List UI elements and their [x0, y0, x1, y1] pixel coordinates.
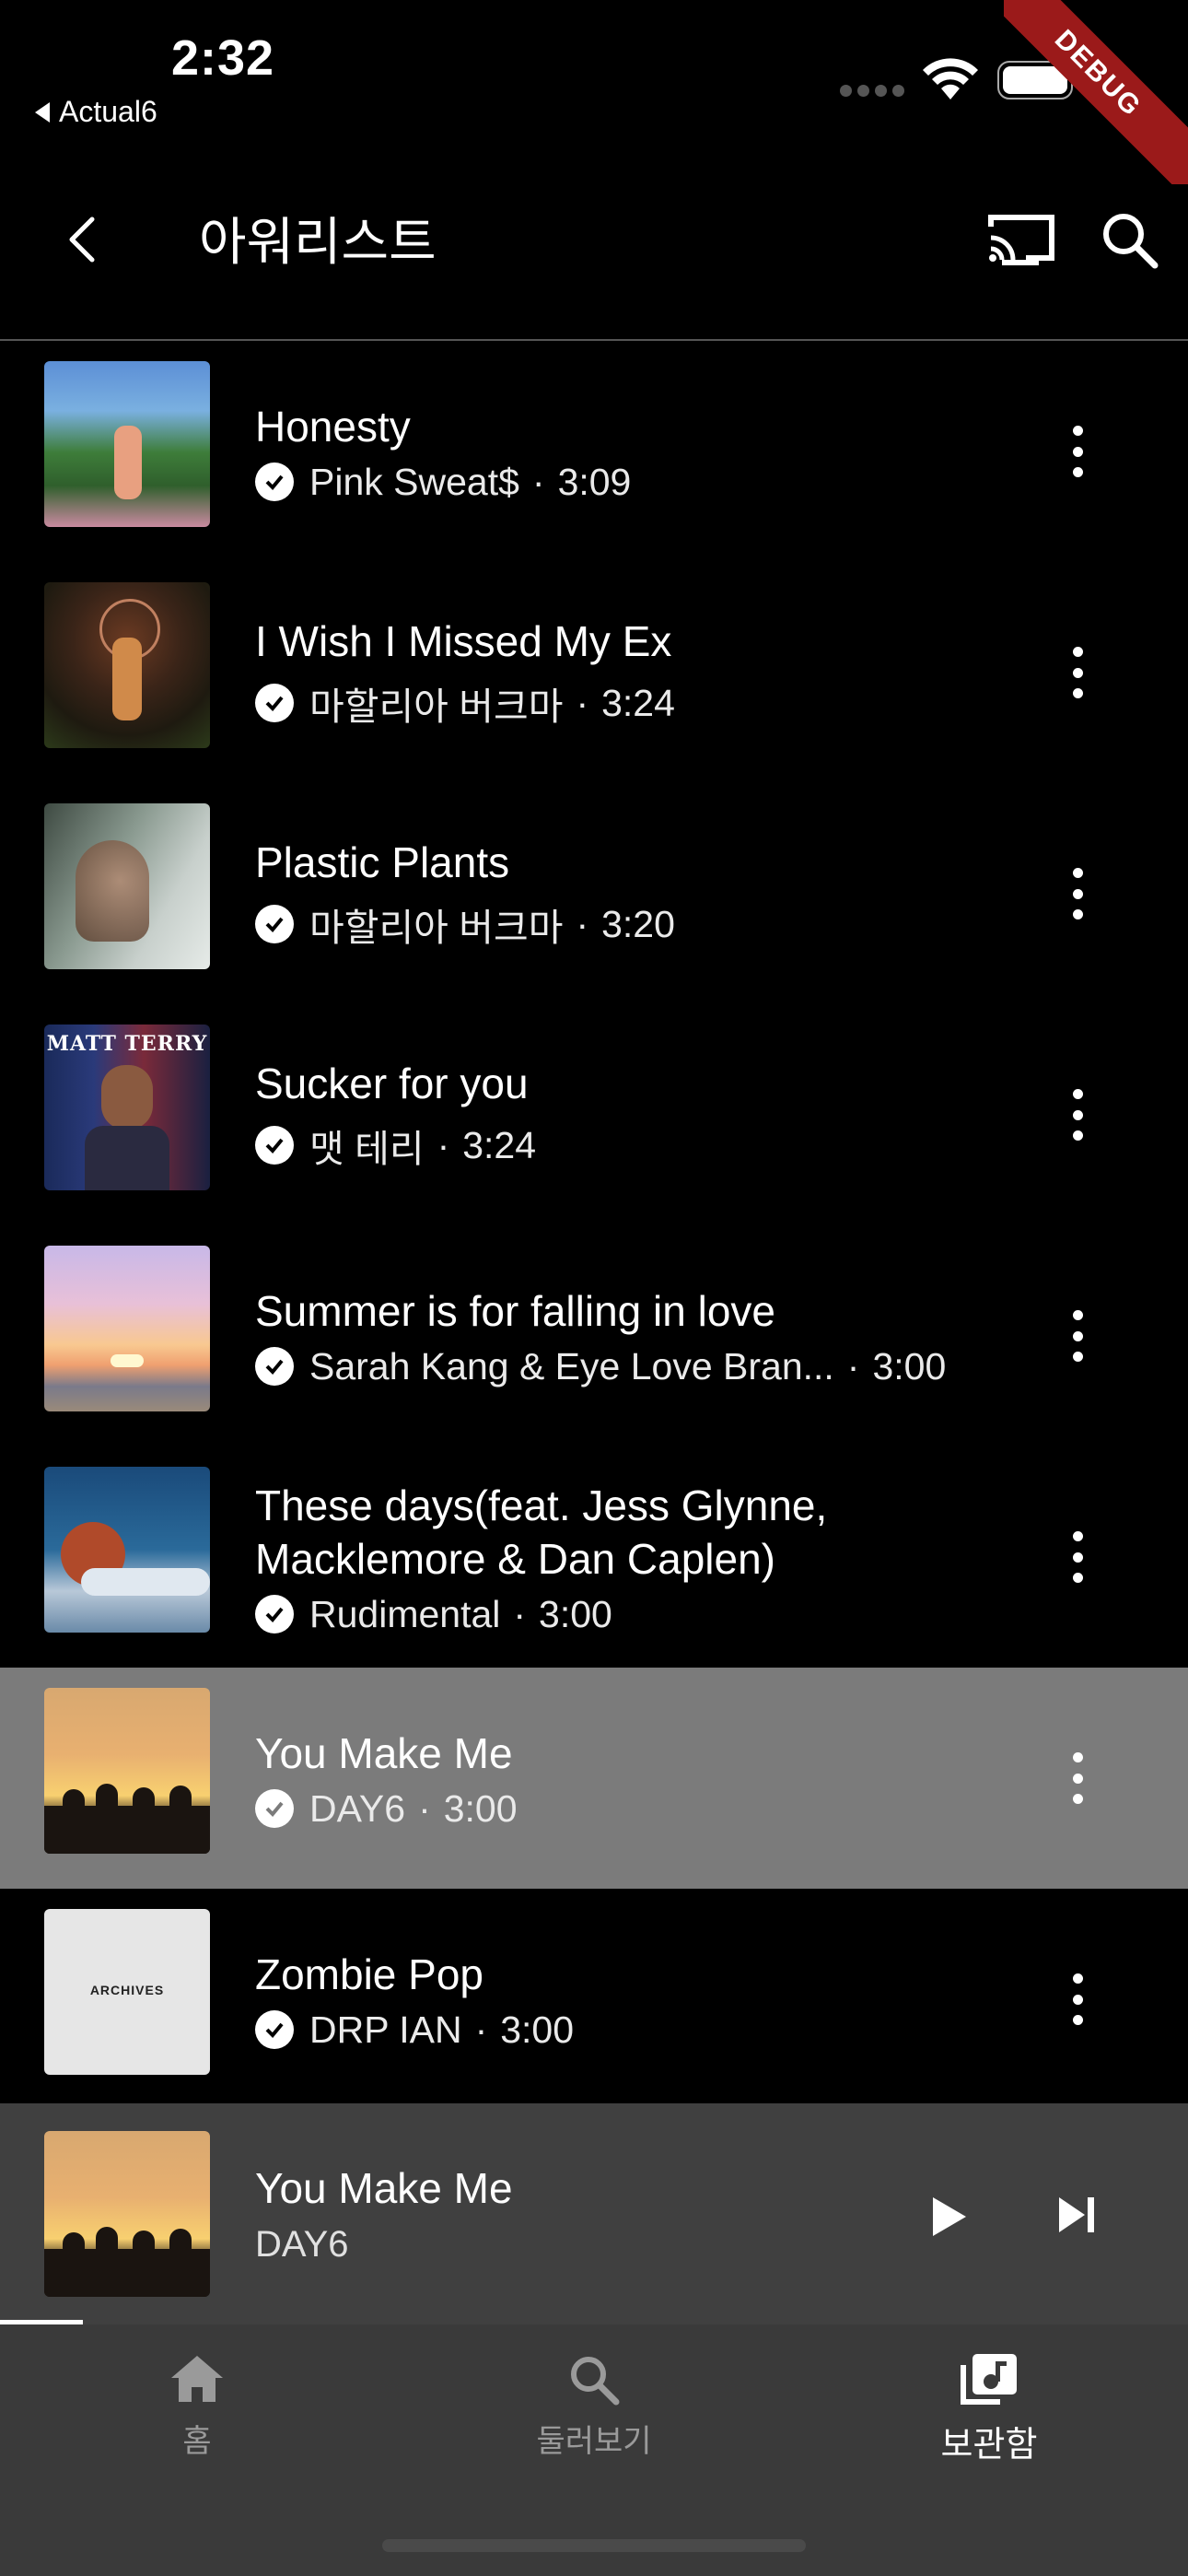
song-meta: Sarah Kang & Eye Love Bran... · 3:00 — [255, 1345, 1010, 1388]
song-row[interactable]: These days(feat. Jess Glynne, Macklemore… — [0, 1446, 1188, 1668]
song-duration: 3:00 — [500, 2008, 575, 2051]
song-title: Plastic Plants — [255, 838, 510, 886]
check-circle-icon — [255, 684, 294, 722]
song-meta: 마할리아 버크마 · 3:20 — [255, 896, 1010, 952]
song-title: These days(feat. Jess Glynne, Macklemore… — [255, 1481, 828, 1583]
album-art: ARCHIVES — [44, 1909, 210, 2075]
app-bar: 아워리스트 — [0, 138, 1188, 341]
song-meta: 맷 테리 · 3:24 — [255, 1118, 1010, 1173]
song-duration: 3:09 — [557, 460, 632, 503]
song-meta: 마할리아 버크마 · 3:24 — [255, 675, 1010, 731]
album-art — [44, 803, 210, 969]
now-playing-artist: DAY6 — [255, 2223, 349, 2265]
more-vert-icon[interactable] — [1059, 1752, 1096, 1804]
song-title: Summer is for falling in love — [255, 1286, 775, 1335]
check-circle-icon — [255, 2010, 294, 2049]
song-artist: DAY6 — [309, 1786, 406, 1830]
song-row[interactable]: I Wish I Missed My Ex 마할리아 버크마 · 3:24 — [0, 562, 1188, 783]
album-art — [44, 361, 210, 527]
album-art-text: MATT TERRY — [46, 1032, 208, 1056]
nav-library-label: 보관함 — [940, 2426, 1038, 2465]
check-circle-icon — [255, 1595, 294, 1633]
song-artist: 맷 테리 — [309, 1128, 425, 1170]
nav-library[interactable]: 보관함 — [869, 2352, 1109, 2466]
song-duration: 3:24 — [601, 681, 675, 724]
more-vert-icon[interactable] — [1059, 1310, 1096, 1362]
nav-explore[interactable]: 둘러보기 — [474, 2352, 714, 2461]
search-icon[interactable] — [1098, 208, 1162, 273]
now-playing-album-art — [44, 2131, 210, 2297]
status-bar: 2:32 Actual6 DEBUG — [0, 0, 1188, 184]
back-to-app-link[interactable]: Actual6 — [35, 95, 157, 129]
album-art — [44, 1688, 210, 1854]
song-artist: Pink Sweat$ — [309, 460, 519, 503]
song-title: You Make Me — [255, 1728, 513, 1777]
home-indicator — [382, 2539, 806, 2552]
back-arrow-icon[interactable] — [55, 210, 114, 269]
album-art — [44, 1246, 210, 1411]
song-title: Zombie Pop — [255, 1950, 484, 1998]
search-icon — [571, 2357, 620, 2406]
song-row[interactable]: MATT TERRY Sucker for you 맷 테리 · 3:24 — [0, 1004, 1188, 1225]
wifi-icon — [923, 58, 978, 100]
song-meta: DAY6 · 3:00 — [255, 1787, 1010, 1831]
song-duration: 3:00 — [443, 1786, 518, 1830]
now-playing-title: You Make Me — [255, 2163, 513, 2212]
status-time: 2:32 — [171, 30, 275, 86]
song-artist: DRP IAN — [309, 2008, 462, 2051]
song-artist: Rudimental — [309, 1592, 501, 1635]
song-duration: 3:00 — [872, 1344, 947, 1388]
song-row[interactable]: Plastic Plants 마할리아 버크마 · 3:20 — [0, 783, 1188, 1004]
cellular-signal-icon — [840, 85, 904, 97]
check-circle-icon — [255, 1347, 294, 1386]
song-title: Sucker for you — [255, 1060, 529, 1107]
song-duration: 3:00 — [539, 1592, 612, 1635]
more-vert-icon[interactable] — [1059, 1973, 1096, 2025]
song-artist: 마할리아 버크마 — [309, 907, 564, 949]
song-artist: Sarah Kang & Eye Love Bran... — [309, 1344, 834, 1388]
song-duration: 3:20 — [601, 902, 675, 945]
cast-icon[interactable] — [985, 210, 1059, 269]
song-row-selected[interactable]: You Make Me DAY6 · 3:00 — [0, 1668, 1188, 1889]
song-meta: Rudimental · 3:00 — [255, 1593, 1010, 1636]
song-duration: 3:24 — [462, 1123, 537, 1166]
song-artist: 마할리아 버크마 — [309, 685, 564, 728]
more-vert-icon[interactable] — [1059, 1089, 1096, 1141]
song-row[interactable]: ARCHIVES Zombie Pop DRP IAN · 3:00 — [0, 1889, 1188, 2110]
library-music-icon — [961, 2354, 1017, 2405]
nav-home-label: 홈 — [182, 2424, 212, 2459]
song-meta: DRP IAN · 3:00 — [255, 2008, 1010, 2052]
back-app-label: Actual6 — [59, 95, 157, 128]
home-icon — [171, 2356, 223, 2402]
more-vert-icon[interactable] — [1059, 1531, 1096, 1583]
album-art — [44, 582, 210, 748]
nav-explore-label: 둘러보기 — [536, 2424, 652, 2459]
page-title: 아워리스트 — [199, 213, 437, 271]
back-triangle-icon — [35, 101, 50, 123]
album-art-text: ARCHIVES — [89, 1983, 165, 1997]
song-title: Honesty — [255, 402, 411, 451]
play-icon[interactable] — [926, 2194, 970, 2240]
mini-player[interactable]: You Make Me DAY6 — [0, 2103, 1188, 2324]
skip-next-icon[interactable] — [1055, 2194, 1098, 2236]
more-vert-icon[interactable] — [1059, 647, 1096, 698]
song-meta: Pink Sweat$ · 3:09 — [255, 461, 1010, 504]
check-circle-icon — [255, 463, 294, 501]
more-vert-icon[interactable] — [1059, 868, 1096, 919]
check-circle-icon — [255, 905, 294, 943]
more-vert-icon[interactable] — [1059, 426, 1096, 477]
nav-home[interactable]: 홈 — [77, 2352, 317, 2461]
song-list: Honesty Pink Sweat$ · 3:09 I Wish I Missed… — [0, 341, 1188, 2110]
song-row[interactable]: Honesty Pink Sweat$ · 3:09 — [0, 341, 1188, 562]
song-row[interactable]: Summer is for falling in love Sarah Kang… — [0, 1225, 1188, 1446]
album-art: MATT TERRY — [44, 1025, 210, 1190]
check-circle-icon — [255, 1789, 294, 1828]
album-art — [44, 1467, 210, 1633]
song-title: I Wish I Missed My Ex — [255, 617, 672, 665]
check-circle-icon — [255, 1126, 294, 1165]
